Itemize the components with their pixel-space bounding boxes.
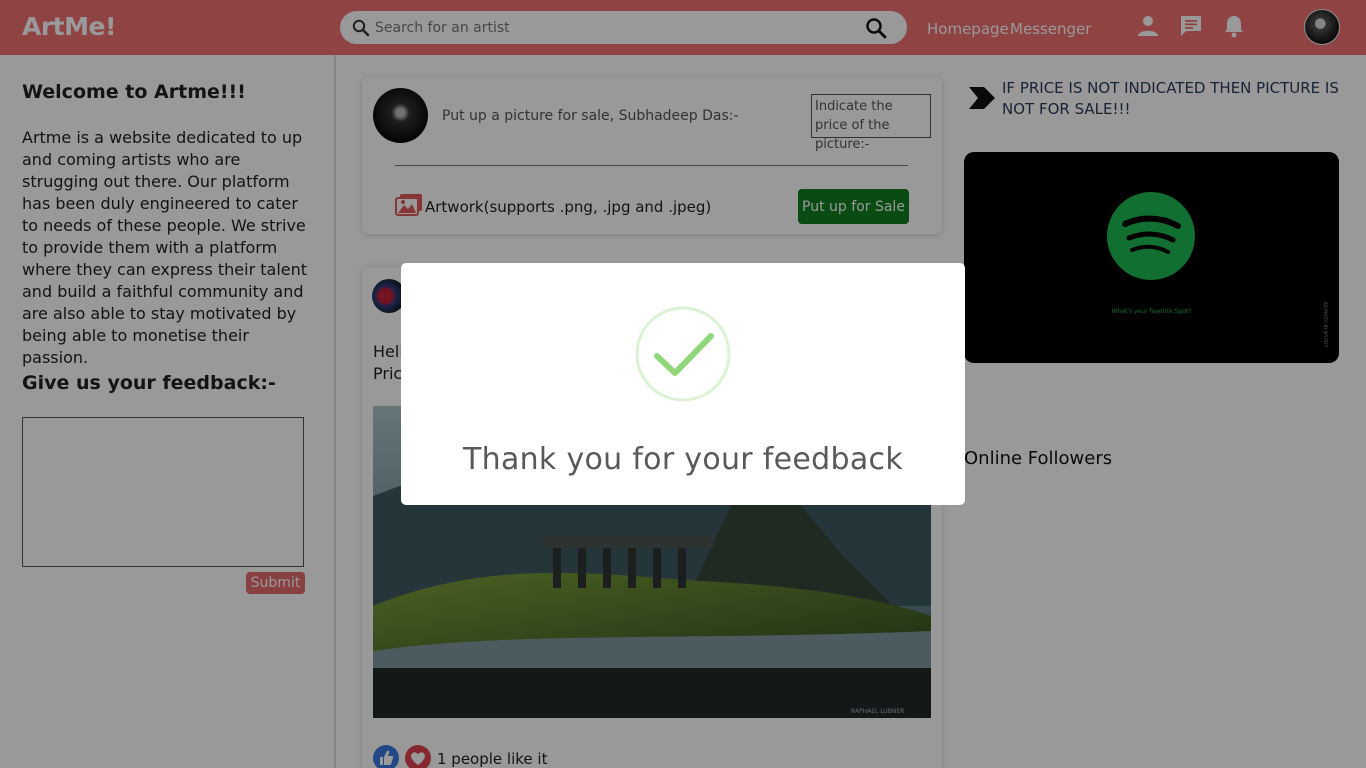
modal-title: Thank you for your feedback — [463, 442, 903, 477]
feedback-success-modal: Thank you for your feedback — [401, 263, 965, 505]
check-circle-icon — [635, 306, 731, 406]
